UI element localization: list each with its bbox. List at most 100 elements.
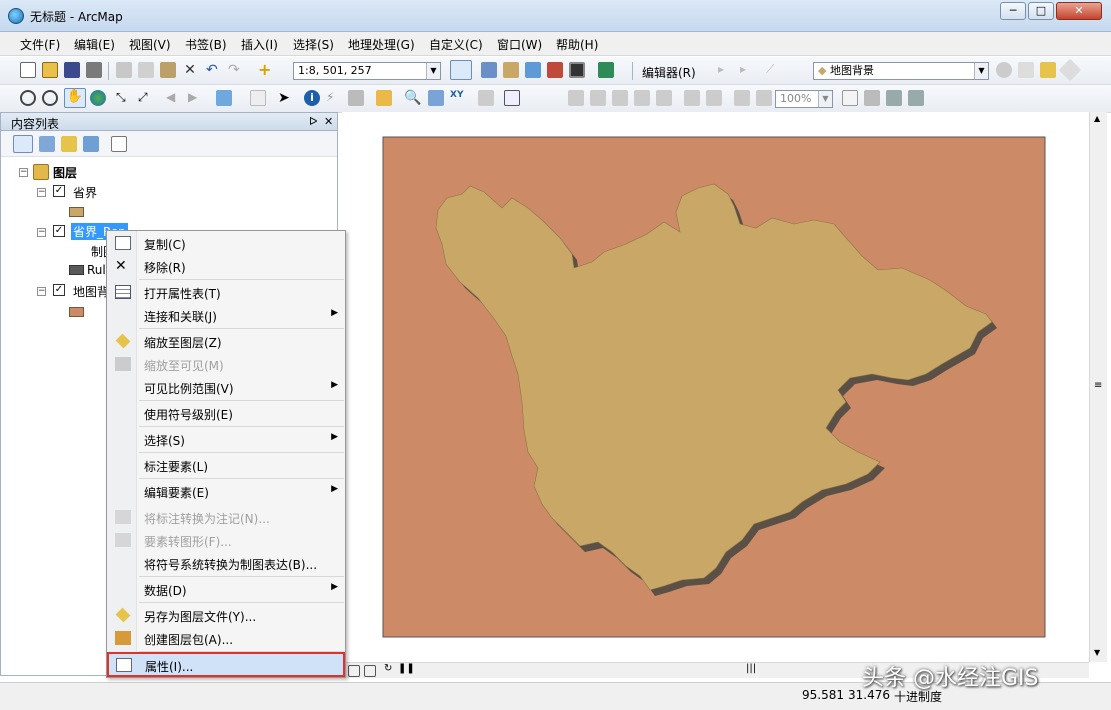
zoom-out-icon[interactable] (42, 90, 58, 106)
list-by-drawing-order-icon[interactable] (13, 135, 33, 153)
layout-zoom-out-icon[interactable] (590, 90, 606, 106)
menu-geoprocessing[interactable]: 地理处理(G) (348, 36, 415, 53)
layer-combo[interactable]: ◆ 地图背景 ▼ (813, 62, 989, 80)
menu-item-edit-features[interactable]: 编辑要素(E) ▶ (108, 480, 344, 503)
transparency-icon[interactable] (1058, 58, 1082, 82)
layer-symbol-swatch[interactable] (69, 207, 84, 217)
fixed-zoom-out-icon[interactable]: ⤢ (138, 90, 154, 106)
fixed-zoom-in-icon[interactable]: ⤡ (116, 90, 132, 106)
change-layout-icon[interactable] (886, 90, 902, 106)
data-driven-pages-icon[interactable] (908, 90, 924, 106)
layout-fixed-zoom-out-icon[interactable] (706, 90, 722, 106)
menu-item-properties[interactable]: 属性(I)... (107, 652, 345, 677)
list-by-source-icon[interactable] (39, 136, 55, 152)
cut-icon[interactable] (116, 62, 132, 78)
menu-item-use-symbol-levels[interactable]: 使用符号级别(E) (108, 402, 344, 425)
data-view-icon[interactable] (364, 665, 376, 677)
forward-extent-icon[interactable]: ▶ (188, 90, 204, 106)
menu-customize[interactable]: 自定义(C) (429, 36, 483, 53)
menu-item-open-attribute-table[interactable]: 打开属性表(T) (108, 281, 344, 304)
menu-view[interactable]: 视图(V) (129, 36, 171, 53)
layout-pan-icon[interactable] (612, 90, 628, 106)
back-extent-icon[interactable]: ◀ (166, 90, 182, 106)
search-window-icon[interactable] (525, 62, 541, 78)
add-data-icon[interactable]: + (258, 62, 274, 78)
menu-item-convert-features-to-graphics[interactable]: 要素转图形(F)... (108, 529, 344, 552)
menu-item-create-layer-package[interactable]: 创建图层包(A)... (108, 627, 344, 650)
layout-zoom-combo[interactable]: 100% ▼ (775, 90, 833, 108)
zoom-in-icon[interactable] (20, 90, 36, 106)
pin-icon[interactable]: ᐅ (309, 115, 317, 128)
scroll-up-icon[interactable]: ▲ (1094, 114, 1100, 123)
hscroll-thumb-grip[interactable]: ||| (746, 663, 756, 674)
find-route-icon[interactable] (428, 90, 444, 106)
hyperlink-icon[interactable]: ⚡ (326, 90, 342, 106)
select-features-icon[interactable] (216, 90, 232, 106)
time-slider-icon[interactable] (478, 90, 494, 106)
previous-extent-icon[interactable] (734, 90, 750, 106)
map-scale-combo[interactable]: 1:8, 501, 257 ▼ (293, 62, 441, 80)
list-by-selection-icon[interactable] (83, 136, 99, 152)
arctoolbox-icon[interactable] (547, 62, 563, 78)
save-icon[interactable] (64, 62, 80, 78)
new-document-icon[interactable] (20, 62, 36, 78)
swipe-icon[interactable] (996, 62, 1012, 78)
menu-item-zoom-to-layer[interactable]: 缩放至图层(Z) (108, 330, 344, 353)
menu-help[interactable]: 帮助(H) (556, 36, 598, 53)
toggle-draft-icon[interactable] (842, 90, 858, 106)
pause-drawing-icon[interactable]: ❚❚ (398, 663, 415, 674)
redo-icon[interactable]: ↷ (228, 62, 244, 78)
menu-window[interactable]: 窗口(W) (497, 36, 542, 53)
edit-annotation-icon[interactable]: ▸ (740, 62, 756, 78)
layer-visibility-checkbox[interactable]: ✓ (53, 185, 65, 197)
menu-item-convert-labels-to-annotation[interactable]: 将标注转换为注记(N)... (108, 506, 344, 529)
layers-root-label[interactable]: 图层 (53, 164, 77, 181)
menu-edit[interactable]: 编辑(E) (74, 36, 115, 53)
menu-item-label-features[interactable]: 标注要素(L) (108, 454, 344, 477)
layer-visibility-checkbox[interactable]: ✓ (53, 225, 65, 237)
layout-view-icon[interactable] (348, 665, 360, 677)
flicker-icon[interactable] (1018, 62, 1034, 78)
refresh-icon[interactable]: ↻ (384, 663, 392, 674)
undo-icon[interactable]: ↶ (206, 62, 222, 78)
minimize-button[interactable]: ─ (1000, 2, 1026, 20)
layout-zoom-in-icon[interactable] (568, 90, 584, 106)
menu-file[interactable]: 文件(F) (20, 36, 60, 53)
menu-insert[interactable]: 插入(I) (241, 36, 278, 53)
editor-toolbar-icon[interactable] (450, 60, 472, 80)
straight-segment-icon[interactable]: ⟋ (766, 62, 782, 78)
layer-symbol-swatch[interactable] (69, 307, 84, 317)
find-binoculars-icon[interactable]: 🔍 (404, 90, 421, 106)
menu-item-data[interactable]: 数据(D) ▶ (108, 578, 344, 601)
python-window-icon[interactable] (569, 62, 585, 78)
menu-item-zoom-to-visible[interactable]: 缩放至可见(M) (108, 353, 344, 376)
next-extent-icon[interactable] (756, 90, 772, 106)
model-builder-icon[interactable] (598, 62, 614, 78)
editor-menu[interactable]: 编辑器(R) (642, 64, 696, 81)
menu-item-convert-symbology-to-representation[interactable]: 将符号系统转换为制图表达(B)... (108, 552, 344, 575)
map-vertical-scrollbar[interactable]: ▲ ≡ ▼ (1089, 112, 1107, 662)
map-view[interactable] (342, 112, 1089, 662)
identify-icon[interactable]: i (304, 90, 320, 106)
edit-tool-icon[interactable]: ▸ (718, 62, 734, 78)
collapse-layers-expander[interactable]: − (19, 168, 28, 177)
select-elements-arrow-icon[interactable]: ➤ (278, 90, 294, 106)
layer-expander[interactable]: − (37, 188, 46, 197)
delete-icon[interactable]: ✕ (182, 62, 198, 78)
layer-expander[interactable]: − (37, 228, 46, 237)
create-viewer-icon[interactable] (504, 90, 520, 106)
toc-close-icon[interactable]: ✕ (324, 115, 333, 128)
go-to-xy-icon[interactable]: XY (450, 90, 466, 106)
close-button[interactable]: ✕ (1056, 2, 1102, 20)
open-folder-icon[interactable] (42, 62, 58, 78)
maximize-button[interactable]: □ (1028, 2, 1054, 20)
rule-symbol-swatch[interactable] (69, 265, 84, 275)
measure-icon[interactable] (376, 90, 392, 106)
scroll-thumb-grip[interactable]: ≡ (1094, 380, 1102, 391)
layer-expander[interactable]: − (37, 287, 46, 296)
menu-selection[interactable]: 选择(S) (293, 36, 334, 53)
full-extent-icon[interactable] (90, 90, 106, 106)
print-icon[interactable] (86, 62, 102, 78)
map-canvas[interactable] (342, 112, 1089, 662)
zoom-100-icon[interactable] (656, 90, 672, 106)
